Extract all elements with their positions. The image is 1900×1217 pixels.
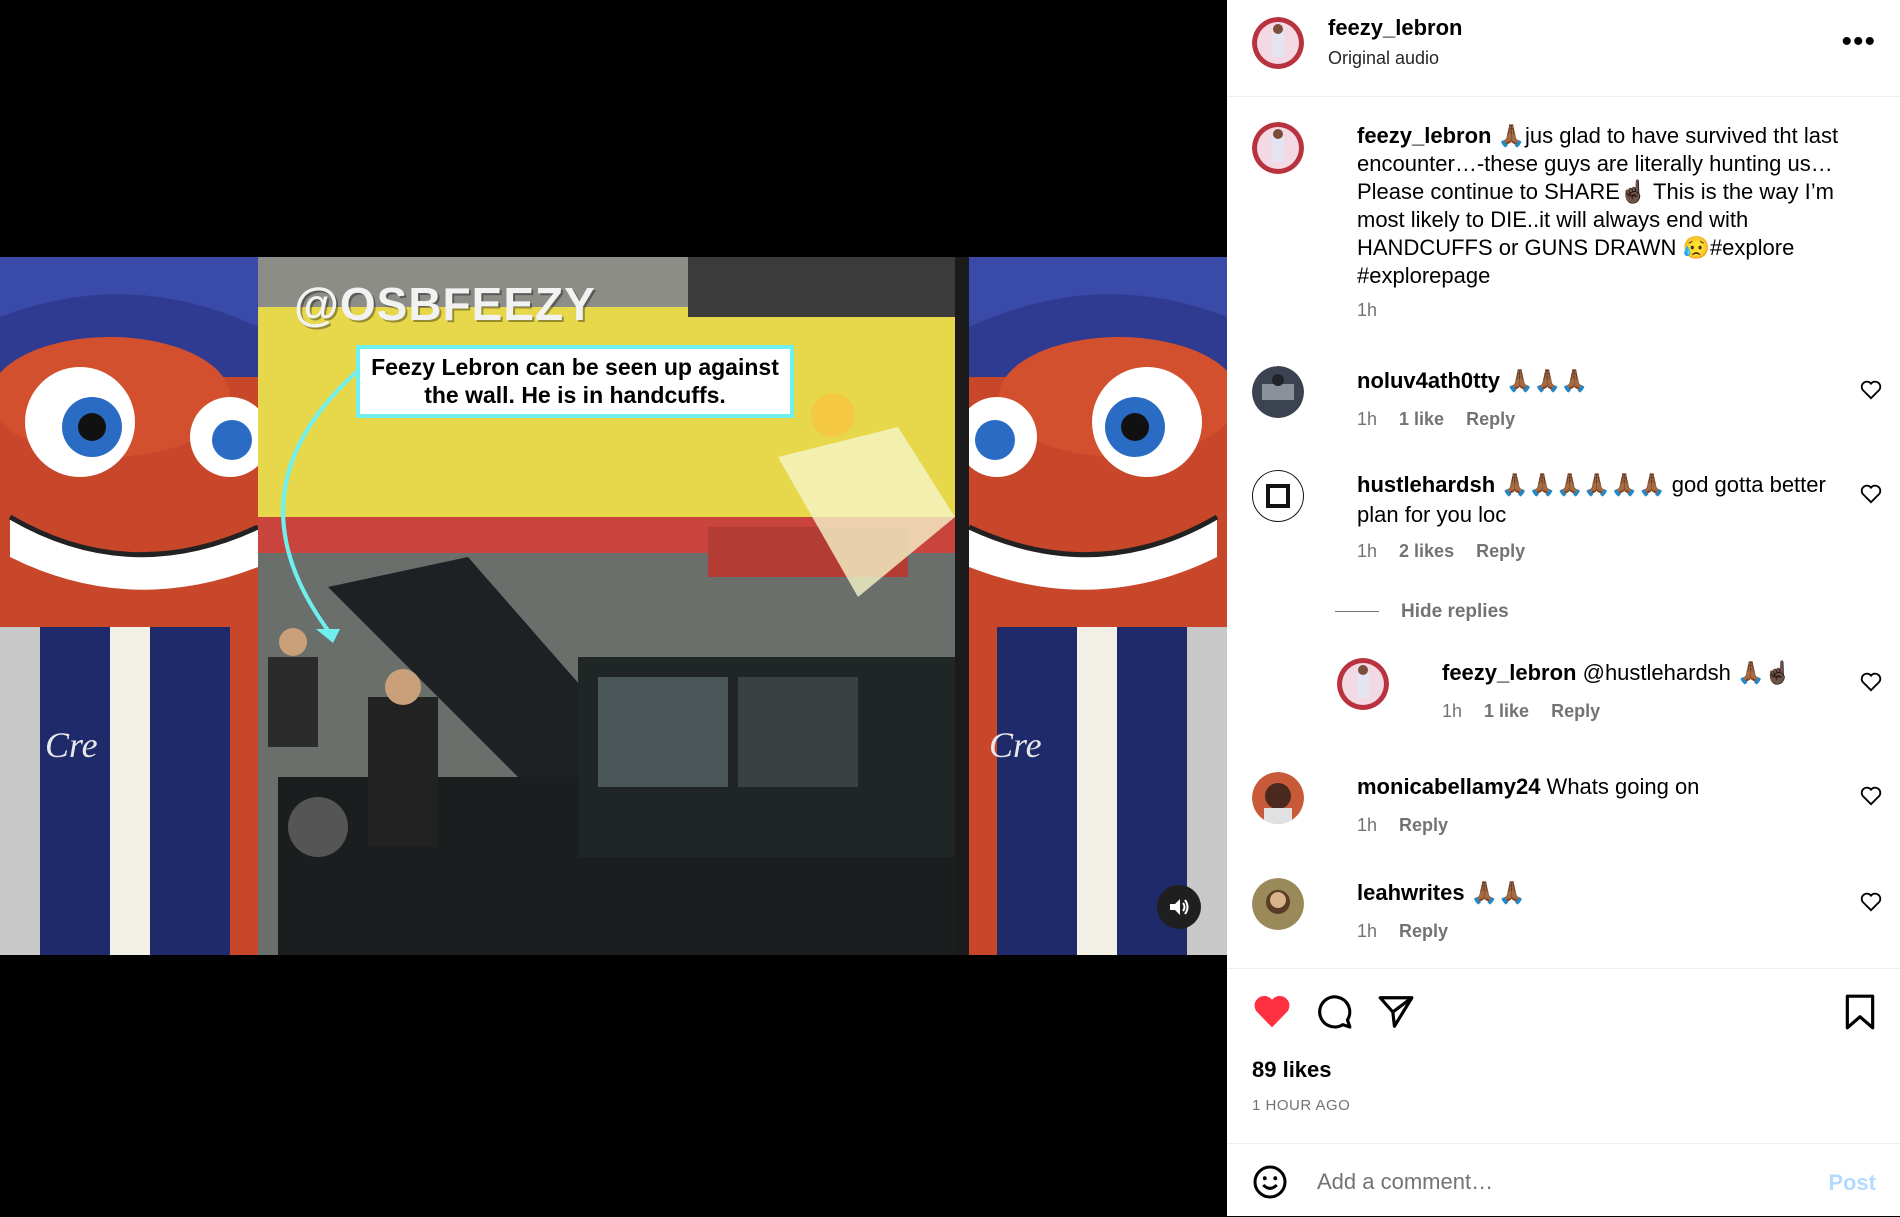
comment-text: noluv4ath0tty 🙏🏾🙏🏾🙏🏾 1h 1 like Reply	[1357, 366, 1837, 434]
comment-time: 1h	[1442, 701, 1463, 721]
reply-button[interactable]: Reply	[1551, 701, 1600, 721]
cartoon-panel-left: Cre	[0, 257, 258, 955]
svg-text:Cre: Cre	[989, 725, 1042, 765]
reply-button[interactable]: Reply	[1399, 815, 1448, 835]
heart-icon[interactable]	[1860, 484, 1882, 504]
post-time: 1 HOUR AGO	[1252, 1097, 1351, 1114]
comment-text: feezy_lebron @hustlehardsh 🙏🏾☝🏿 1h 1 like…	[1442, 658, 1822, 726]
avatar[interactable]	[1252, 878, 1304, 930]
share-button[interactable]	[1377, 993, 1415, 1031]
avatar[interactable]	[1252, 122, 1304, 174]
comment-time: 1h	[1357, 815, 1378, 835]
comment-body: 🙏🏾🙏🏾🙏🏾	[1500, 368, 1589, 393]
comment-username[interactable]: hustlehardsh	[1357, 472, 1495, 497]
svg-text:Cre: Cre	[45, 725, 98, 765]
likes-count[interactable]: 89 likes	[1252, 1057, 1332, 1083]
reply-button[interactable]: Reply	[1399, 921, 1448, 941]
video-watermark: @OSBFEEZY	[294, 278, 596, 330]
post-button[interactable]: Post	[1828, 1170, 1876, 1196]
video-scene: @OSBFEEZY Feezy Lebron can be seen up ag…	[258, 257, 955, 955]
avatar[interactable]	[1252, 470, 1304, 522]
comment-text: hustlehardsh 🙏🏾🙏🏾🙏🏾🙏🏾🙏🏾🙏🏾 god gotta bett…	[1357, 470, 1837, 566]
comment-meta: 1h 2 likes Reply	[1357, 536, 1837, 566]
comment-time: 1h	[1357, 409, 1378, 429]
comment-username[interactable]: leahwrites	[1357, 880, 1465, 905]
cartoon-panel-right: Cre	[969, 257, 1227, 955]
heart-icon[interactable]	[1860, 786, 1882, 806]
video-player[interactable]: Cre @OSBFEEZY Feezy Lebron can be seen u…	[0, 0, 1227, 1216]
comment-username[interactable]: monicabellamy24	[1357, 774, 1540, 799]
comment-username[interactable]: noluv4ath0tty	[1357, 368, 1500, 393]
comment-time: 1h	[1357, 541, 1378, 561]
comment-text: leahwrites 🙏🏾🙏🏾 1h Reply	[1357, 878, 1837, 946]
comment-text: monicabellamy24 Whats going on 1h Reply	[1357, 772, 1837, 840]
speaker-icon	[1170, 899, 1189, 915]
avatar[interactable]	[1252, 366, 1304, 418]
comment-likes[interactable]: 1 like	[1399, 409, 1444, 429]
hide-replies-button[interactable]: Hide replies	[1335, 601, 1509, 623]
hide-replies-label: Hide replies	[1401, 601, 1509, 622]
emoji-button[interactable]	[1252, 1164, 1288, 1200]
video-frame[interactable]: Cre @OSBFEEZY Feezy Lebron can be seen u…	[0, 257, 1227, 955]
reply-button[interactable]: Reply	[1476, 541, 1525, 561]
post-header: feezy_lebron Original audio •••	[1227, 0, 1900, 97]
avatar[interactable]	[1252, 772, 1304, 824]
heart-icon[interactable]	[1860, 672, 1882, 692]
reply-button[interactable]: Reply	[1466, 409, 1515, 429]
comment-input[interactable]	[1315, 1166, 1759, 1198]
more-options-icon: •••	[1841, 25, 1876, 58]
post-panel: feezy_lebron Original audio ••• feezy_le…	[1227, 0, 1900, 1216]
caption-time: 1h	[1357, 300, 1378, 320]
comment-composer: Post	[1227, 1143, 1900, 1217]
header-username[interactable]: feezy_lebron	[1328, 15, 1463, 41]
comment-meta: 1h 1 like Reply	[1357, 404, 1837, 434]
comment-meta: 1h Reply	[1357, 810, 1837, 840]
comment-body: @hustlehardsh 🙏🏾☝🏿	[1576, 660, 1792, 685]
bookmark-button[interactable]	[1844, 993, 1876, 1031]
avatar[interactable]	[1337, 658, 1389, 710]
heart-icon[interactable]	[1860, 380, 1882, 400]
comment-likes[interactable]: 2 likes	[1399, 541, 1454, 561]
header-audio[interactable]: Original audio	[1328, 48, 1439, 69]
comment-meta: 1h Reply	[1357, 916, 1837, 946]
comment-body: Whats going on	[1540, 774, 1700, 799]
more-options-button[interactable]: •••	[1841, 25, 1876, 58]
comment-time: 1h	[1357, 921, 1378, 941]
comment-meta: 1h 1 like Reply	[1442, 696, 1822, 726]
comment-body: 🙏🏾🙏🏾	[1464, 880, 1526, 905]
comment-button[interactable]	[1315, 993, 1353, 1031]
caption-text: feezy_lebron 🙏🏾jus glad to have survived…	[1357, 122, 1877, 324]
heart-icon[interactable]	[1860, 892, 1882, 912]
video-callout: Feezy Lebron can be seen up against the …	[356, 345, 794, 419]
mute-button[interactable]	[1157, 885, 1201, 929]
like-button[interactable]	[1252, 993, 1292, 1029]
comment-username[interactable]: feezy_lebron	[1442, 660, 1577, 685]
caption-username[interactable]: feezy_lebron	[1357, 123, 1492, 148]
avatar[interactable]	[1252, 17, 1304, 69]
comment-likes[interactable]: 1 like	[1484, 701, 1529, 721]
divider	[1335, 611, 1379, 613]
